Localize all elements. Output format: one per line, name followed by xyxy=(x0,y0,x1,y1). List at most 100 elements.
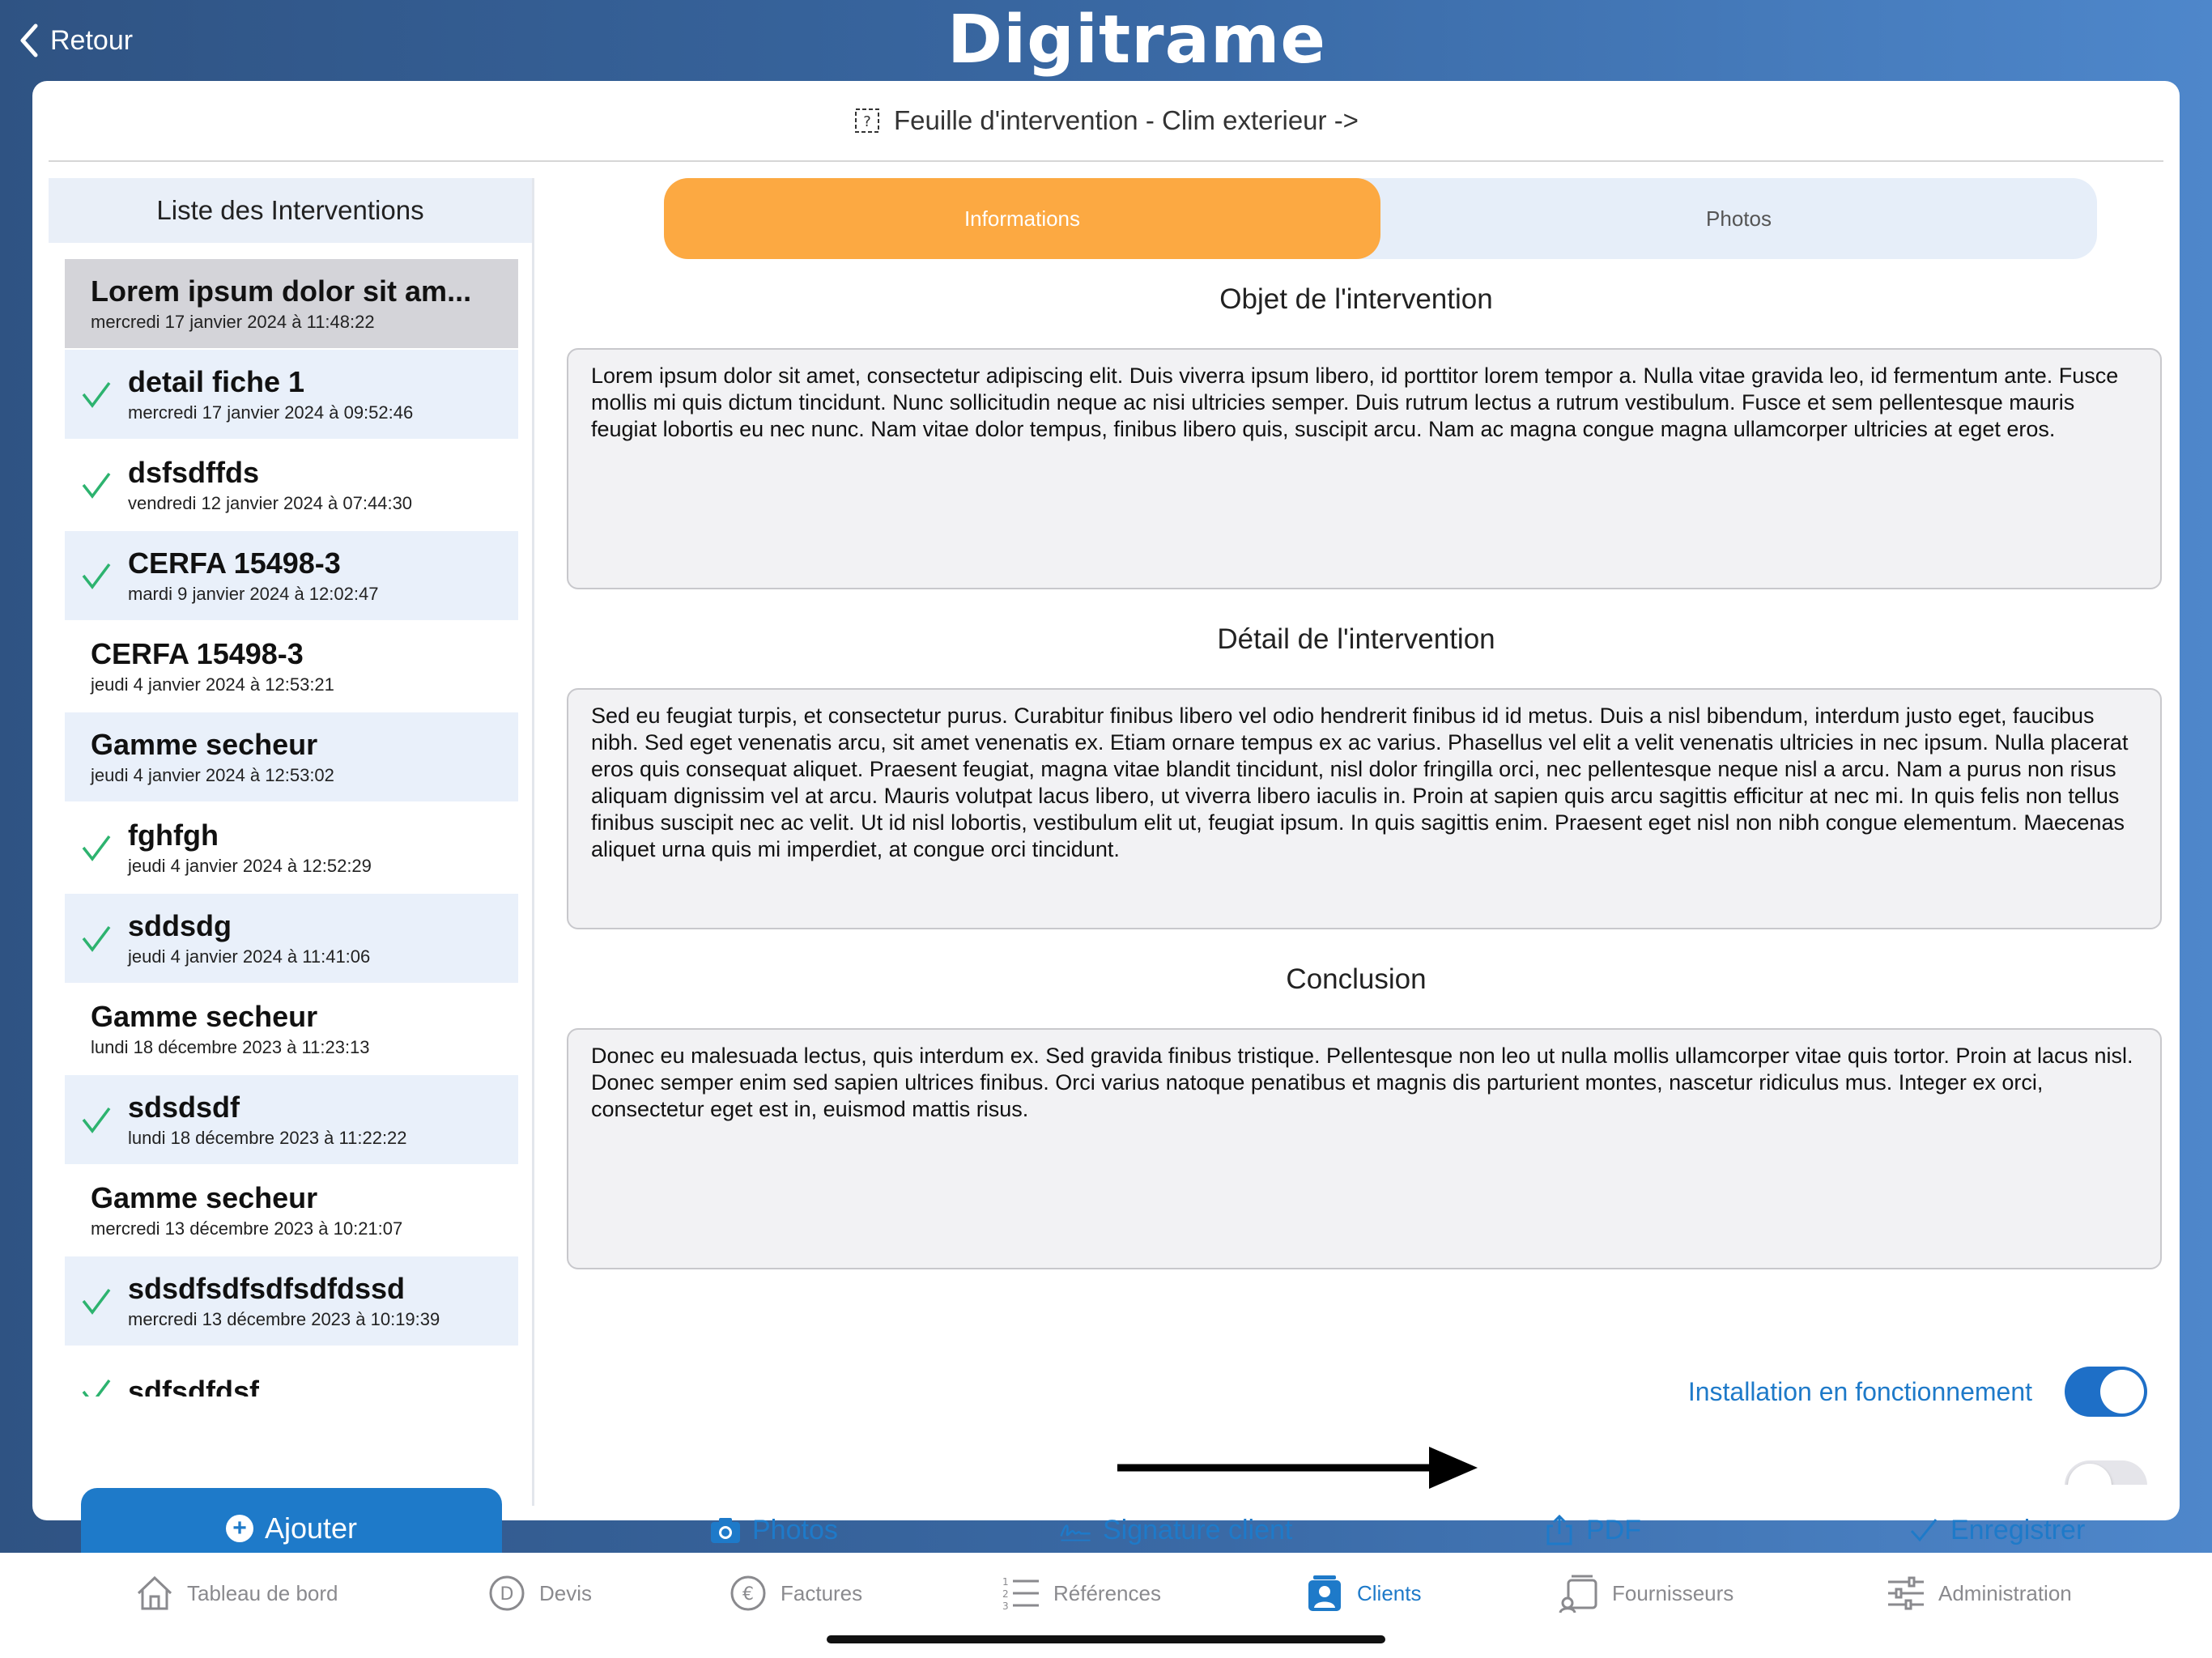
list-item-date: mercredi 13 décembre 2023 à 10:19:39 xyxy=(128,1309,440,1329)
clients-icon xyxy=(1308,1575,1341,1611)
photos-action[interactable]: Photos xyxy=(708,1506,838,1554)
list-item[interactable]: dsfsdffds vendredi 12 janvier 2024 à 07:4… xyxy=(65,440,518,531)
svg-text:?: ? xyxy=(863,113,871,130)
tab-label: Tableau de bord xyxy=(187,1580,338,1605)
tab-label: Factures xyxy=(781,1580,863,1605)
installation-toggle[interactable] xyxy=(2065,1367,2147,1417)
checkmark-icon xyxy=(65,802,128,893)
tab-label: Devis xyxy=(539,1580,593,1605)
main-card: ? Feuille d'intervention - Clim exterieu… xyxy=(32,81,2180,1569)
page-title: Feuille d'intervention - Clim exterieur … xyxy=(894,105,1359,135)
checkmark-icon xyxy=(65,1074,128,1165)
toggle-knob xyxy=(2068,1464,2112,1485)
annotation-arrow-icon xyxy=(1117,1447,1478,1489)
home-icon xyxy=(137,1575,172,1610)
suppliers-icon xyxy=(1559,1575,1597,1613)
tab-photos[interactable]: Photos xyxy=(1380,178,2097,259)
list-item[interactable]: Gamme secheur mercredi 13 décembre 2023 à… xyxy=(65,1166,518,1256)
list-item[interactable]: sdfsdfdsf xyxy=(65,1347,518,1397)
back-label: Retour xyxy=(50,24,134,56)
tab-references[interactable]: 123 Références xyxy=(1000,1571,1161,1616)
list-item[interactable]: Lorem ipsum dolor sit am... mercredi 17 j… xyxy=(65,259,518,350)
list-item-date: jeudi 4 janvier 2024 à 12:53:21 xyxy=(91,674,334,695)
list-item[interactable]: sdsdfsdfsdfsdfdssd mercredi 13 décembre 2… xyxy=(65,1256,518,1347)
tab-devis[interactable]: D Devis xyxy=(486,1571,592,1616)
list-item-title: sdsdfsdfsdfsdfdssd xyxy=(128,1272,406,1305)
signature-action[interactable]: Signature client xyxy=(1059,1506,1292,1554)
list-item-date: mercredi 13 décembre 2023 à 10:21:07 xyxy=(91,1218,403,1239)
back-button[interactable]: Retour xyxy=(18,18,133,63)
second-toggle[interactable] xyxy=(2065,1460,2147,1485)
objet-title: Objet de l'intervention xyxy=(1219,283,1493,315)
tab-administration[interactable]: Administration xyxy=(1885,1571,2072,1616)
toggle-label: Installation en fonctionnement xyxy=(1687,1376,2032,1406)
segmented-control: Informations Photos xyxy=(664,178,2097,259)
signature-icon xyxy=(1060,1524,1091,1541)
list-item[interactable]: sddsdg jeudi 4 janvier 2024 à 11:41:06 xyxy=(65,894,518,984)
list-item-date: vendredi 12 janvier 2024 à 07:44:30 xyxy=(128,493,413,513)
tab-clients[interactable]: Clients xyxy=(1304,1571,1421,1616)
tab-fournisseurs[interactable]: Fournisseurs xyxy=(1559,1571,1733,1616)
list-item[interactable]: detail fiche 1 mercredi 17 janvier 2024 à… xyxy=(65,350,518,440)
list-heading: Liste des Interventions xyxy=(49,178,532,243)
objet-textarea[interactable]: Lorem ipsum dolor sit amet, consectetur … xyxy=(567,348,2162,589)
tab-label: Fournisseurs xyxy=(1612,1580,1734,1605)
pdf-action-label: PDF xyxy=(1586,1514,1641,1545)
list-item-title: fghfgh xyxy=(128,818,219,852)
installation-toggle-row: Installation en fonctionnement xyxy=(1688,1367,2147,1417)
svg-text:1: 1 xyxy=(1002,1576,1009,1588)
interventions-list[interactable]: Lorem ipsum dolor sit am... mercredi 17 j… xyxy=(65,259,518,1397)
action-bar: Photos Signature client PDF Enregistrer xyxy=(551,1506,2163,1545)
conclusion-title: Conclusion xyxy=(1286,963,1427,995)
numbered-list-icon: 123 xyxy=(1002,1576,1039,1612)
list-item[interactable]: CERFA 15498-3 jeudi 4 janvier 2024 à 12:5… xyxy=(65,622,518,712)
tab-label: Clients xyxy=(1357,1580,1422,1605)
list-item-title: Gamme secheur xyxy=(91,728,318,761)
list-item-date: mercredi 17 janvier 2024 à 09:52:46 xyxy=(128,402,414,423)
card-header: ? Feuille d'intervention - Clim exterieu… xyxy=(49,81,2163,162)
list-item[interactable]: sdsdsdf lundi 18 décembre 2023 à 11:22:22 xyxy=(65,1075,518,1166)
list-item-title: Gamme secheur xyxy=(91,1181,318,1214)
list-item-date: mercredi 17 janvier 2024 à 11:48:22 xyxy=(91,312,375,332)
list-item-title: sddsdg xyxy=(128,909,232,942)
list-item[interactable]: Gamme secheur jeudi 4 janvier 2024 à 12:5… xyxy=(65,712,518,803)
detail-textarea[interactable]: Sed eu feugiat turpis, et consectetur pu… xyxy=(567,688,2162,929)
checkmark-icon xyxy=(65,893,128,984)
camera-icon xyxy=(711,1518,740,1543)
conclusion-textarea[interactable]: Donec eu malesuada lectus, quis interdum… xyxy=(567,1028,2162,1269)
list-item-title: sdfsdfdsf xyxy=(128,1375,259,1397)
detail-title: Détail de l'intervention xyxy=(1217,623,1495,655)
list-item-title: CERFA 15498-3 xyxy=(128,546,341,580)
svg-text:2: 2 xyxy=(1002,1588,1009,1600)
pdf-action[interactable]: PDF xyxy=(1542,1506,1641,1554)
list-item-title: dsfsdffds xyxy=(128,456,259,489)
list-item[interactable]: CERFA 15498-3 mardi 9 janvier 2024 à 12:0… xyxy=(65,531,518,622)
detail-panel: Informations Photos Objet de l'intervent… xyxy=(551,178,2163,1545)
list-item-date: jeudi 4 janvier 2024 à 11:41:06 xyxy=(128,946,371,967)
euro-icon: € xyxy=(730,1575,766,1611)
tab-informations[interactable]: Informations xyxy=(664,178,1380,259)
share-icon xyxy=(1546,1514,1572,1545)
svg-text:€: € xyxy=(742,1584,754,1605)
list-item-title: sdsdsdf xyxy=(128,1090,240,1124)
sliders-icon xyxy=(1888,1576,1924,1610)
tab-factures[interactable]: € Factures xyxy=(727,1571,862,1616)
list-item-title: Gamme secheur xyxy=(91,1000,318,1033)
svg-text:D: D xyxy=(500,1584,514,1605)
list-item-date: mardi 9 janvier 2024 à 12:02:47 xyxy=(128,584,379,604)
svg-text:3: 3 xyxy=(1002,1601,1009,1612)
form-icon: ? xyxy=(855,108,880,133)
add-label: Ajouter xyxy=(264,1511,358,1545)
checkmark-icon xyxy=(1910,1519,1938,1542)
checkmark-icon xyxy=(65,1256,128,1346)
list-item-title: detail fiche 1 xyxy=(128,365,305,398)
signature-action-label: Signature client xyxy=(1103,1514,1293,1545)
save-action[interactable]: Enregistrer xyxy=(1907,1506,2085,1554)
home-indicator xyxy=(827,1635,1385,1643)
devis-icon: D xyxy=(489,1575,525,1611)
list-item[interactable]: Gamme secheur lundi 18 décembre 2023 à 11… xyxy=(65,984,518,1075)
tab-label: Références xyxy=(1053,1580,1161,1605)
list-item-date: lundi 18 décembre 2023 à 11:23:13 xyxy=(91,1037,370,1057)
tab-tableau-de-bord[interactable]: Tableau de bord xyxy=(134,1571,338,1616)
list-item[interactable]: fghfgh jeudi 4 janvier 2024 à 12:52:29 xyxy=(65,803,518,894)
